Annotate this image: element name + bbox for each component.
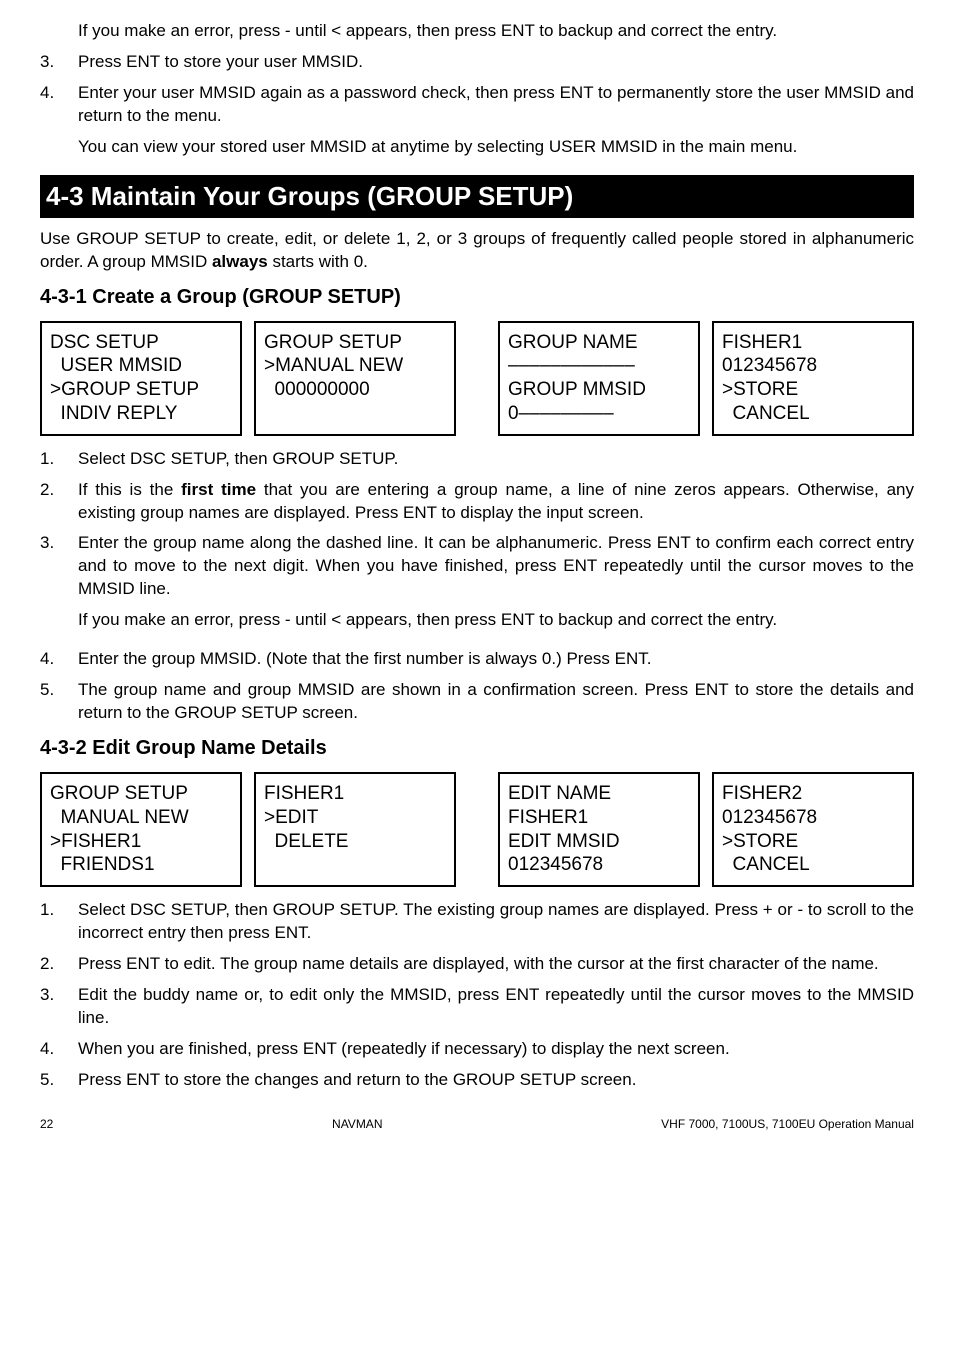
s432-li5: Press ENT to store the changes and retur… — [78, 1069, 914, 1092]
s431-li4: Enter the group MMSID. (Note that the fi… — [78, 648, 914, 671]
intro-list: 3. Press ENT to store your user MMSID. 4… — [40, 51, 914, 167]
intro-li4: Enter your user MMSID again as a passwor… — [78, 82, 914, 167]
screen-group-setup: GROUP SETUP >MANUAL NEW 000000000 — [254, 321, 456, 436]
section43-p1-bold: always — [212, 252, 268, 271]
s432-li3: Edit the buddy name or, to edit only the… — [78, 984, 914, 1030]
s431-li2: If this is the first time that you are e… — [78, 479, 914, 525]
s431-li3-err: If you make an error, press - until < ap… — [78, 609, 914, 632]
s431-li3: Enter the group name along the dashed li… — [78, 532, 914, 601]
screen-fisher1-store: FISHER1 012345678 >STORE CANCEL — [712, 321, 914, 436]
s431-li1: Select DSC SETUP, then GROUP SETUP. — [78, 448, 914, 471]
screen-fisher1-edit: FISHER1 >EDIT DELETE — [254, 772, 456, 887]
intro-error-para: If you make an error, press - until < ap… — [78, 20, 914, 43]
list-num: 3. — [40, 532, 78, 640]
s431-li2-bold: first time — [181, 480, 256, 499]
screen-spacer — [468, 321, 486, 436]
screen-group-setup-2: GROUP SETUP MANUAL NEW >FISHER1 FRIENDS1 — [40, 772, 242, 887]
screen-dsc-setup: DSC SETUP USER MMSID >GROUP SETUP INDIV … — [40, 321, 242, 436]
list-num: 2. — [40, 479, 78, 525]
section43-p1a: Use GROUP SETUP to create, edit, or dele… — [40, 229, 914, 271]
list-num: 4. — [40, 82, 78, 167]
screen-fisher2-store: FISHER2 012345678 >STORE CANCEL — [712, 772, 914, 887]
footer-center: NAVMAN — [332, 1116, 382, 1132]
s431-li2a: If this is the — [78, 480, 181, 499]
s432-li2: Press ENT to edit. The group name detail… — [78, 953, 914, 976]
list-num: 1. — [40, 448, 78, 471]
list-num: 1. — [40, 899, 78, 945]
list-num: 4. — [40, 1038, 78, 1061]
s431-li3-wrap: Enter the group name along the dashed li… — [78, 532, 914, 640]
footer-page: 22 — [40, 1116, 53, 1132]
sub-432-title: 4-3-2 Edit Group Name Details — [40, 735, 914, 762]
intro-li4b: You can view your stored user MMSID at a… — [78, 136, 914, 159]
sub-431-title: 4-3-1 Create a Group (GROUP SETUP) — [40, 284, 914, 311]
intro-li3: Press ENT to store your user MMSID. — [78, 51, 914, 74]
list-num: 5. — [40, 1069, 78, 1092]
list-num: 3. — [40, 984, 78, 1030]
list-num: 3. — [40, 51, 78, 74]
list-num: 2. — [40, 953, 78, 976]
intro-li4a: Enter your user MMSID again as a passwor… — [78, 82, 914, 128]
footer-right: VHF 7000, 7100US, 7100EU Operation Manua… — [661, 1116, 914, 1132]
s432-li1: Select DSC SETUP, then GROUP SETUP. The … — [78, 899, 914, 945]
s431-list: 1. Select DSC SETUP, then GROUP SETUP. 2… — [40, 448, 914, 725]
s431-li5: The group name and group MMSID are shown… — [78, 679, 914, 725]
section-4-3-title: 4-3 Maintain Your Groups (GROUP SETUP) — [40, 175, 914, 218]
list-num: 5. — [40, 679, 78, 725]
screen-group-name: GROUP NAME –––––––––––– GROUP MMSID 0–––… — [498, 321, 700, 436]
s432-li4: When you are finished, press ENT (repeat… — [78, 1038, 914, 1061]
section43-p1: Use GROUP SETUP to create, edit, or dele… — [40, 228, 914, 274]
screen-edit-name: EDIT NAME FISHER1 EDIT MMSID 012345678 — [498, 772, 700, 887]
s431-screens: DSC SETUP USER MMSID >GROUP SETUP INDIV … — [40, 321, 914, 436]
s432-list: 1. Select DSC SETUP, then GROUP SETUP. T… — [40, 899, 914, 1092]
section43-p1b: starts with 0. — [268, 252, 368, 271]
s432-screens: GROUP SETUP MANUAL NEW >FISHER1 FRIENDS1… — [40, 772, 914, 887]
page-footer: 22 NAVMAN VHF 7000, 7100US, 7100EU Opera… — [40, 1116, 914, 1132]
screen-spacer — [468, 772, 486, 887]
list-num: 4. — [40, 648, 78, 671]
